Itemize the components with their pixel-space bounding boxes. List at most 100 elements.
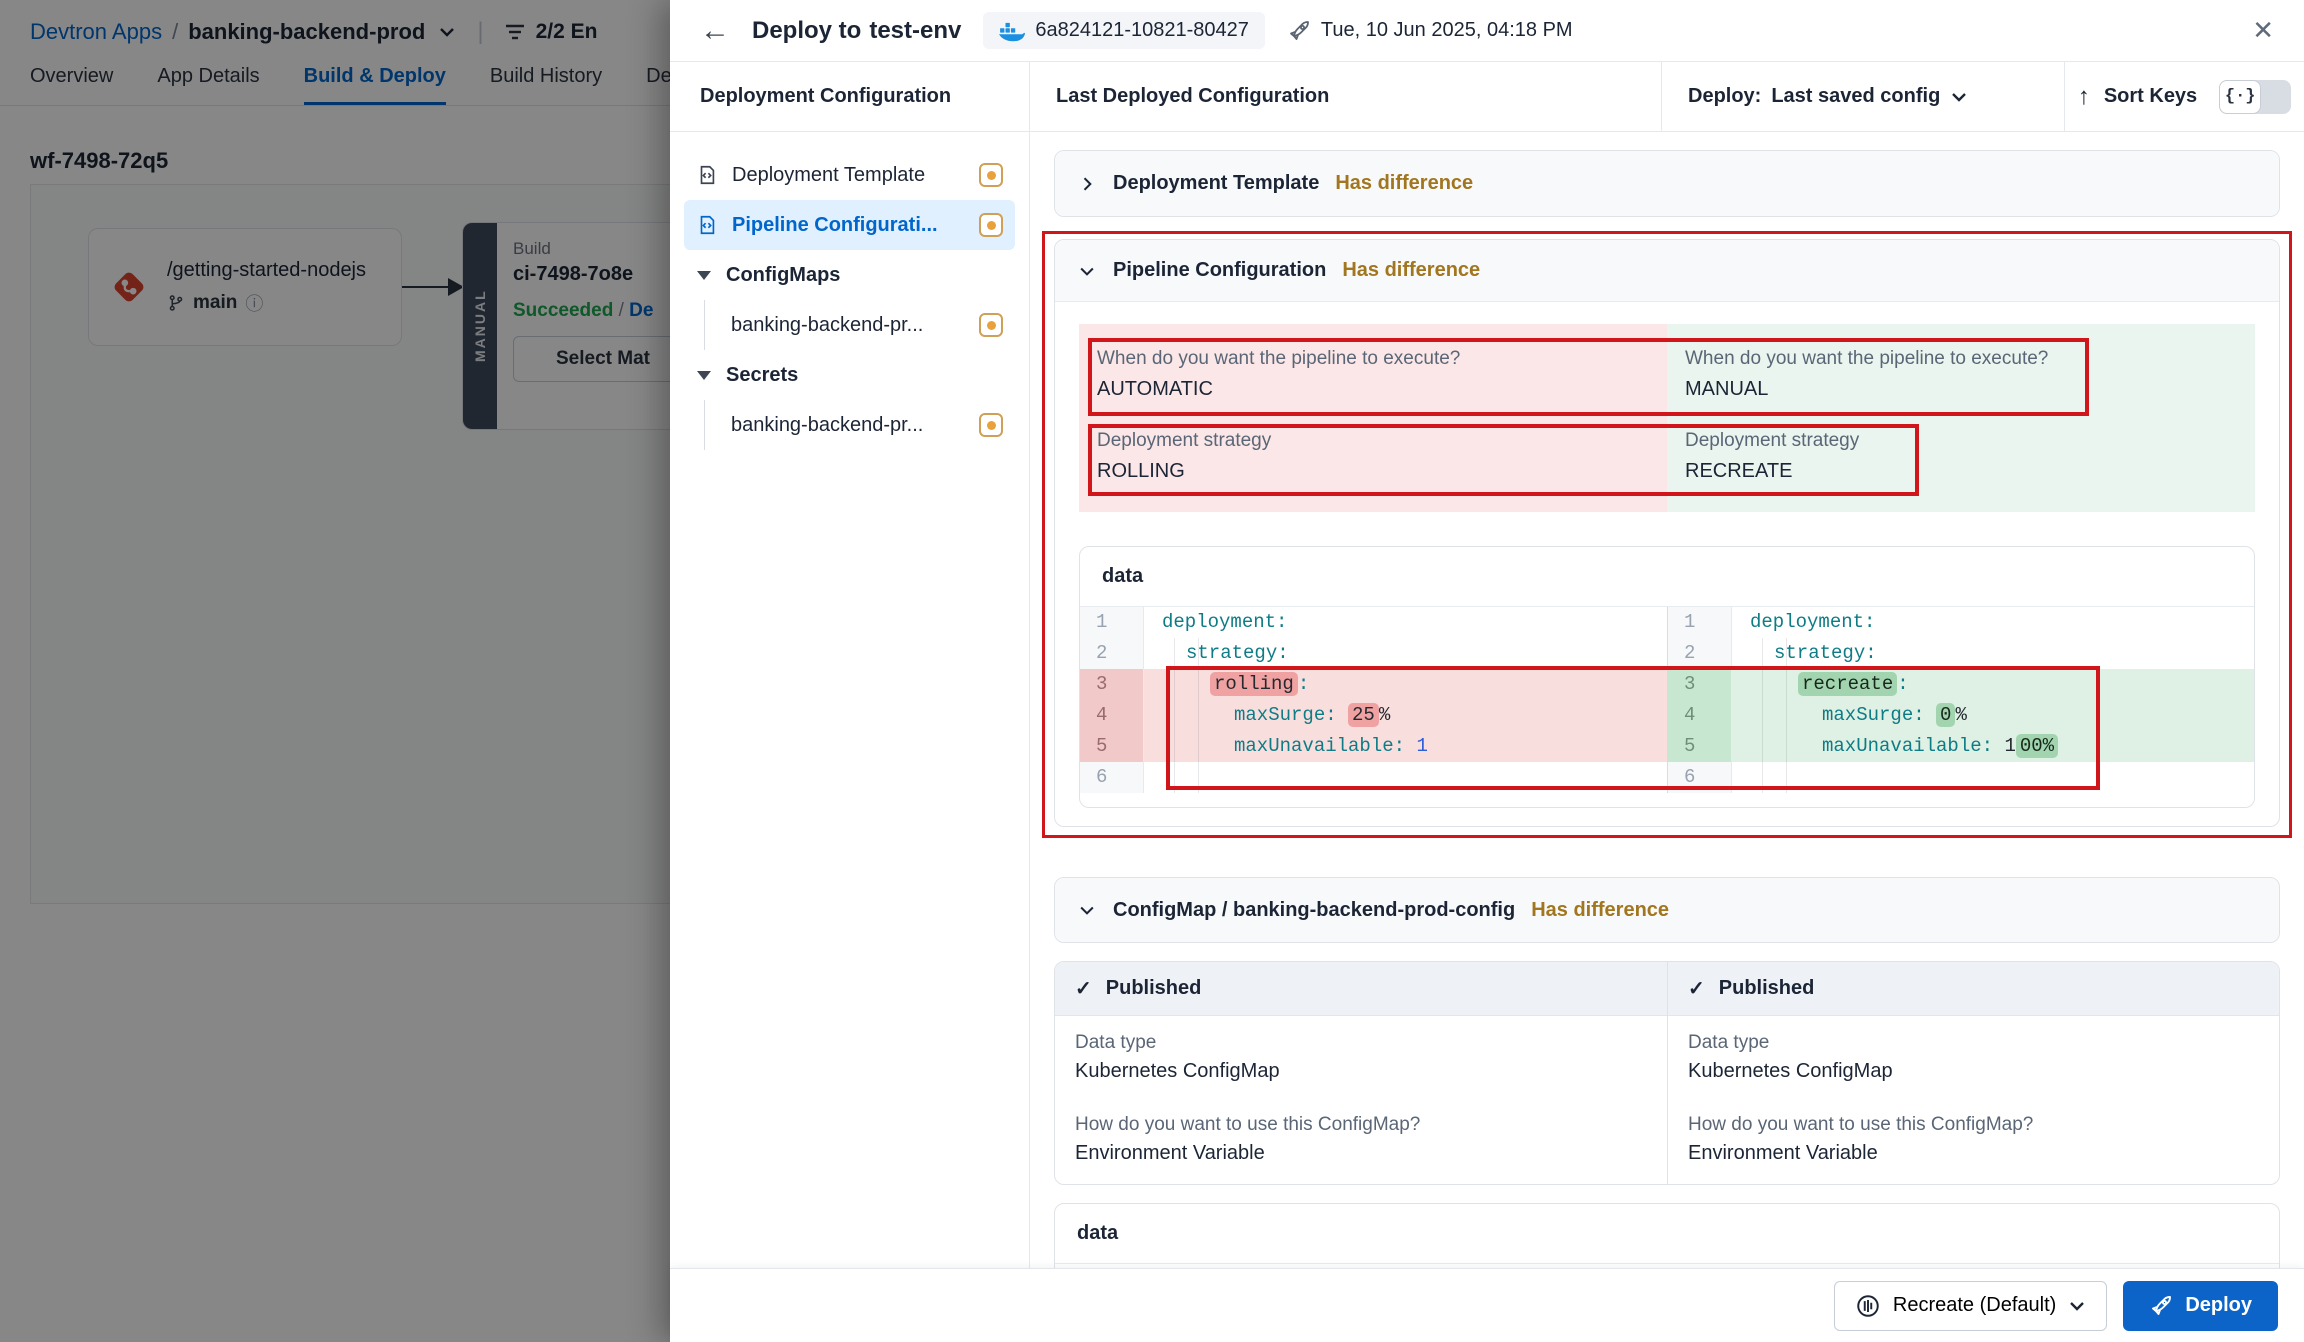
sort-keys-area: ↑ Sort Keys {·} <box>2065 62 2304 131</box>
diff-indicator-badge <box>979 213 1003 237</box>
sort-arrow-icon: ↑ <box>2078 83 2090 111</box>
has-difference-badge: Has difference <box>1335 172 1473 195</box>
field-value: Environment Variable <box>1688 1140 2259 1166</box>
rocket-icon <box>1287 19 1311 43</box>
sidebar-item-label: banking-backend-pr... <box>731 314 965 337</box>
config-diff-content: Deployment Template Has difference Pipel… <box>1030 132 2304 1268</box>
field-value-new: MANUAL <box>1685 376 2237 402</box>
check-icon: ✓ <box>1688 976 1705 1001</box>
line-number: 4 <box>1080 700 1144 731</box>
sidebar-item-configmap-banking-backend[interactable]: banking-backend-pr... <box>719 300 1015 350</box>
yaml-new-pane: 1deployment: 2strategy: 3recreate: 4maxS… <box>1667 607 2254 793</box>
diff-new-column: When do you want the pipeline to execute… <box>1667 324 2255 512</box>
field-value: Kubernetes ConfigMap <box>1075 1058 1647 1084</box>
sidebar-item-deployment-template[interactable]: Deployment Template <box>684 150 1015 200</box>
deploy-time-label: Tue, 10 Jun 2025, 04:18 PM <box>1321 19 1573 42</box>
line-number: 5 <box>1080 731 1144 762</box>
sidebar-item-label: Deployment Template <box>732 164 965 187</box>
deploy-time-row: Tue, 10 Jun 2025, 04:18 PM <box>1287 19 1573 43</box>
modal-header: ← Deploy totest-env 6a824121-10821-80427… <box>670 0 2304 62</box>
strategy-label: Recreate (Default) <box>1893 1294 2056 1317</box>
sidebar-item-label: banking-backend-pr... <box>731 414 965 437</box>
rocket-icon <box>2149 1294 2173 1318</box>
diff-indicator-badge <box>979 163 1003 187</box>
sidebar-group-configmaps[interactable]: ConfigMaps <box>684 250 1015 300</box>
chevron-down-icon <box>1077 261 1097 281</box>
deploy-button[interactable]: Deploy <box>2123 1281 2278 1331</box>
section-header-deployment-template[interactable]: Deployment Template Has difference <box>1055 151 2279 216</box>
field-value: Kubernetes ConfigMap <box>1688 1058 2259 1084</box>
modal-title: Deploy totest-env <box>752 17 961 45</box>
line-number: 5 <box>1668 731 1732 762</box>
field-label: Deployment strategy <box>1685 430 2237 452</box>
pipeline-data-card: data 1deployment: 2strategy: 3rolling: 4… <box>1079 546 2255 808</box>
sidebar-group-label: ConfigMaps <box>726 264 1003 287</box>
deploy-button-label: Deploy <box>2185 1294 2252 1317</box>
deploy-modal: ← Deploy totest-env 6a824121-10821-80427… <box>670 0 2304 1342</box>
modal-footer: Recreate (Default) Deploy <box>670 1268 2304 1342</box>
env-name: test-env <box>869 17 961 44</box>
file-code-icon <box>696 164 718 186</box>
section-header-pipeline-configuration[interactable]: Pipeline Configuration Has difference <box>1055 240 2279 302</box>
caret-down-icon <box>696 269 712 281</box>
field-label: How do you want to use this ConfigMap? <box>1688 1114 2259 1136</box>
sidebar-group-label: Secrets <box>726 364 1003 387</box>
back-icon[interactable]: ← <box>700 16 730 46</box>
data-card-title: data <box>1080 547 2254 607</box>
field-label: When do you want the pipeline to execute… <box>1685 348 2237 370</box>
chevron-down-icon <box>1077 900 1097 920</box>
sidebar-item-pipeline-configuration[interactable]: Pipeline Configurati... <box>684 200 1015 250</box>
section-title: Pipeline Configuration <box>1113 259 1326 282</box>
diff-indicator-badge <box>979 413 1003 437</box>
image-tag-label: 6a824121-10821-80427 <box>1035 19 1249 42</box>
field-label: Data type <box>1688 1032 2259 1054</box>
has-difference-badge: Has difference <box>1531 899 1669 922</box>
yaml-diff-viewer: 1deployment: 2strategy: 3rolling: 4maxSu… <box>1080 607 2254 793</box>
chevron-down-icon <box>1950 91 1968 103</box>
sidebar-group-secrets[interactable]: Secrets <box>684 350 1015 400</box>
deploy-config-dropdown[interactable]: Deploy: Last saved config <box>1662 62 2065 131</box>
field-value: Environment Variable <box>1075 1140 1647 1166</box>
chevron-right-icon <box>1077 174 1097 194</box>
section-header-configmap[interactable]: ConfigMap / banking-backend-prod-config … <box>1055 878 2279 942</box>
left-panel-title: Deployment Configuration <box>670 62 1030 131</box>
pipeline-field-diff: When do you want the pipeline to execute… <box>1079 324 2255 512</box>
docker-icon <box>999 20 1025 42</box>
has-difference-badge: Has difference <box>1342 259 1480 282</box>
line-number: 1 <box>1080 607 1144 638</box>
check-icon: ✓ <box>1075 976 1092 1001</box>
diff-old-column: When do you want the pipeline to execute… <box>1079 324 1667 512</box>
section-title: ConfigMap / banking-backend-prod-config <box>1113 899 1515 922</box>
published-header: ✓ Published <box>1668 962 2279 1016</box>
published-header: ✓ Published <box>1055 962 1667 1016</box>
published-new-column: ✓ Published Data type Kubernetes ConfigM… <box>1667 962 2279 1184</box>
sidebar-item-secret-banking-backend[interactable]: banking-backend-pr... <box>719 400 1015 450</box>
close-icon[interactable]: ✕ <box>2252 15 2274 46</box>
data-card-title: data <box>1055 1204 2279 1264</box>
compare-column-title: Last Deployed Configuration <box>1030 62 1662 131</box>
section-configmap: ConfigMap / banking-backend-prod-config … <box>1054 877 2280 943</box>
modal-toolbar: Deployment Configuration Last Deployed C… <box>670 62 2304 132</box>
code-view-toggle[interactable]: {·} <box>2219 80 2291 114</box>
field-label: Deployment strategy <box>1097 430 1649 452</box>
field-label: How do you want to use this ConfigMap? <box>1075 1114 1647 1136</box>
published-label: Published <box>1719 977 1815 1000</box>
published-label: Published <box>1106 977 1202 1000</box>
field-value-old: AUTOMATIC <box>1097 376 1649 402</box>
line-number: 2 <box>1080 638 1144 669</box>
line-number: 2 <box>1668 638 1732 669</box>
chevron-down-icon <box>2068 1300 2086 1312</box>
file-code-icon <box>696 214 718 236</box>
line-number: 3 <box>1668 669 1732 700</box>
image-tag-chip: 6a824121-10821-80427 <box>983 12 1265 49</box>
field-label: When do you want the pipeline to execute… <box>1097 348 1649 370</box>
deploy-label: Deploy: <box>1688 85 1761 108</box>
configmap-data-card: data <box>1054 1203 2280 1268</box>
strategy-icon <box>1855 1293 1881 1319</box>
section-title: Deployment Template <box>1113 172 1319 195</box>
deployment-strategy-dropdown[interactable]: Recreate (Default) <box>1834 1281 2107 1331</box>
field-value-old: ROLLING <box>1097 458 1649 484</box>
sidebar-item-label: Pipeline Configurati... <box>732 214 965 237</box>
field-value-new: RECREATE <box>1685 458 2237 484</box>
sort-keys-button[interactable]: Sort Keys <box>2104 85 2197 108</box>
